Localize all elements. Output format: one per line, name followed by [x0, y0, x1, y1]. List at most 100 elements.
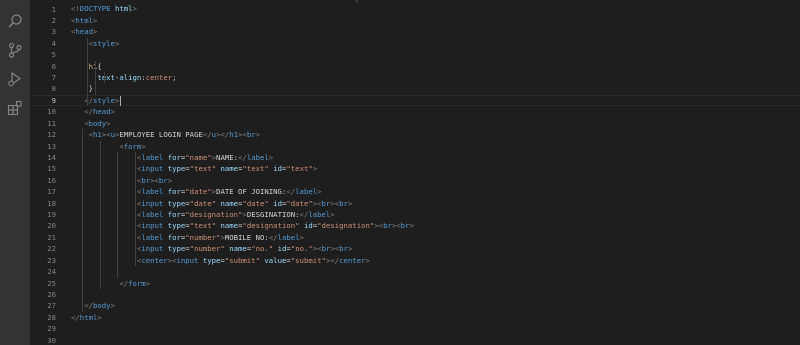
code-text: <html>	[71, 15, 97, 26]
code-token: ><	[330, 198, 340, 208]
code-token: ><	[101, 130, 111, 140]
code-line[interactable]: 19 <label for="designation">DESGINATION:…	[30, 209, 800, 220]
code-token: "text"	[286, 164, 313, 174]
code-token: </	[286, 187, 296, 197]
code-token: >	[145, 278, 151, 288]
code-line[interactable]: 30	[30, 335, 800, 345]
code-token: for	[167, 152, 181, 162]
line-number: 16	[47, 175, 56, 185]
indent-guide	[135, 151, 136, 267]
code-line[interactable]: 23 <center><input type="submit" value="s…	[30, 255, 800, 266]
code-token: >	[255, 130, 261, 140]
code-token: ><	[374, 221, 384, 231]
code-token: label	[141, 232, 164, 242]
code-token: </	[84, 107, 93, 117]
code-token: MOBILE NO:	[224, 232, 269, 242]
indent-guide	[82, 129, 84, 312]
code-line[interactable]: 22 <input type="number" name="no." id="n…	[30, 243, 800, 254]
code-token: br	[158, 175, 168, 185]
code-token: for	[167, 187, 181, 197]
code-line[interactable]: 28 </html>	[30, 312, 800, 323]
code-token: value	[264, 255, 287, 265]
code-line[interactable]: 11 <body>	[30, 118, 800, 129]
code-token: >	[132, 4, 137, 14]
code-line[interactable]: 5	[30, 49, 800, 60]
code-token: label	[295, 187, 318, 197]
code-token: name	[220, 221, 239, 231]
code-token: head	[75, 27, 93, 37]
code-text: <h1><u>EMPLOYEE LOGIN PAGE</u></h1><br>	[71, 129, 260, 140]
code-line[interactable]: 29	[30, 323, 800, 334]
code-line[interactable]: 8 }	[30, 83, 800, 94]
code-editor[interactable]: , , , ) 1<!DOCTYPE html>2<html>3<head>4 …	[30, 0, 800, 345]
line-number: 3	[51, 27, 56, 37]
code-line[interactable]: 18 <input type="date" name="date" id="da…	[30, 198, 800, 209]
code-line[interactable]: 17 <label for="date">DATE OF JOINING:</l…	[30, 186, 800, 197]
line-number: 4	[51, 38, 56, 48]
code-text: <!DOCTYPE html>	[71, 3, 137, 14]
code-token: ><	[150, 175, 159, 185]
code-token: >	[110, 107, 115, 117]
code-token: label	[246, 152, 269, 162]
indent-guide	[104, 72, 106, 84]
code-line[interactable]: 3 <head>	[30, 26, 800, 37]
code-line[interactable]: 20 <input type="text" name="designation"…	[30, 220, 800, 231]
code-line[interactable]: 14 <label for="name">NAME:</label>	[30, 152, 800, 163]
code-token: label	[141, 152, 164, 162]
code-line[interactable]: 26	[30, 289, 800, 300]
code-line[interactable]: 6 h1{	[30, 61, 800, 72]
code-line[interactable]: 21 <label for="number">MOBILE NO:</label…	[30, 232, 800, 243]
code-token: >	[106, 118, 111, 128]
code-token: id	[303, 221, 313, 231]
code-token: input	[141, 244, 164, 254]
code-token: form	[128, 278, 146, 288]
line-number: 10	[47, 107, 56, 117]
code-token: for	[167, 210, 181, 220]
code-line[interactable]: 24	[30, 266, 800, 277]
line-number: 6	[51, 61, 56, 71]
code-token: >	[330, 210, 335, 220]
code-token: type	[167, 244, 186, 254]
code-line[interactable]: 4 <style>	[30, 38, 800, 49]
source-control-icon[interactable]	[0, 35, 30, 64]
code-token: label	[141, 187, 164, 197]
code-text: </html>	[71, 312, 102, 323]
code-text: <br><br>	[71, 175, 172, 186]
code-line[interactable]: 15 <input type="text" name="text" id="te…	[30, 163, 800, 174]
code-token: ><	[391, 221, 401, 231]
line-number: 13	[47, 141, 56, 151]
code-token: h1	[229, 130, 239, 140]
code-line[interactable]: 7 text-align:center;	[30, 72, 800, 83]
code-token: form	[123, 141, 142, 151]
code-line[interactable]: 27 </body>	[30, 300, 800, 311]
code-token: </	[202, 130, 212, 140]
code-text: }	[71, 83, 93, 94]
code-token: >	[317, 187, 322, 197]
code-token: html	[75, 15, 93, 25]
code-token: "designation"	[242, 221, 300, 231]
code-token: center	[145, 73, 173, 82]
code-token: "designation"	[185, 210, 243, 220]
code-line[interactable]: 1 <!DOCTYPE html>	[30, 4, 800, 15]
code-token: html	[79, 312, 98, 322]
code-token: h1	[92, 130, 102, 140]
run-debug-icon[interactable]	[0, 64, 30, 93]
code-line[interactable]: 2 <html>	[30, 15, 800, 26]
code-token: type	[202, 255, 221, 265]
code-line[interactable]: 10 </head>	[30, 106, 800, 117]
code-line[interactable]: 9 </style>	[30, 94, 800, 107]
code-line[interactable]: 25 </form>	[30, 278, 800, 289]
search-icon[interactable]	[0, 6, 30, 35]
code-token: "text"	[189, 221, 217, 231]
line-number: 23	[47, 255, 56, 265]
code-token: </	[84, 301, 93, 311]
code-line[interactable]: 16 <br><br>	[30, 175, 800, 186]
code-line[interactable]: 13 <form>	[30, 141, 800, 152]
code-line[interactable]: 12 <h1><u>EMPLOYEE LOGIN PAGE</u></h1><b…	[30, 129, 800, 140]
code-token: type	[167, 221, 186, 231]
extensions-icon[interactable]	[0, 93, 30, 122]
